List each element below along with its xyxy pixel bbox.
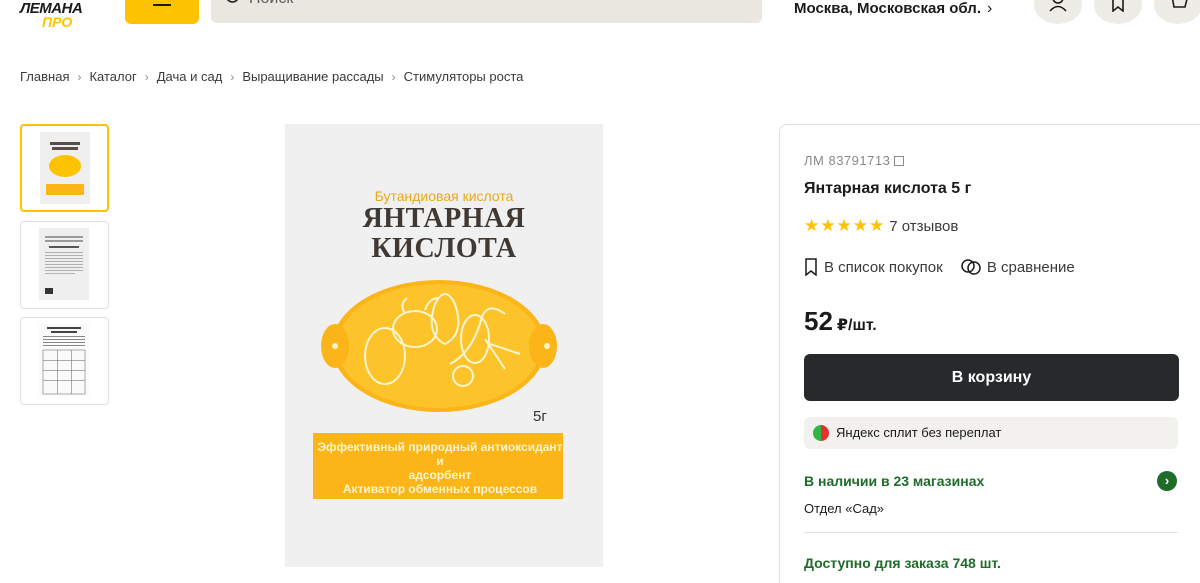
package-weight: 5г — [533, 408, 547, 425]
reviews-link[interactable]: 7 отзывов — [889, 218, 958, 235]
yandex-split-banner[interactable]: Яндекс сплит без переплат — [804, 417, 1178, 449]
thumbnail-image — [40, 132, 90, 204]
band-line: Эффективный природный антиоксидант и — [317, 440, 563, 468]
user-icon — [1049, 0, 1067, 12]
cart-header-button[interactable] — [1154, 0, 1200, 24]
product-sku: ЛМ 83791713 — [804, 153, 905, 168]
search-placeholder: Поиск — [249, 0, 293, 8]
thumbnail-image — [39, 324, 89, 396]
add-to-cart-button[interactable]: В корзину — [804, 354, 1179, 401]
product-rating[interactable]: ★★★★★ 7 отзывов — [804, 216, 958, 236]
product-card: ЛМ 83791713 Янтарная кислота 5 г ★★★★★ 7 … — [779, 124, 1200, 583]
package-subtitle: Бутандиовая кислота — [374, 188, 514, 204]
location-label: Москва, Московская обл. — [794, 0, 981, 17]
header: ЛЕМАНА ПРО Поиск Москва, Московская обл.… — [0, 0, 1200, 40]
favorites-button[interactable] — [1094, 0, 1142, 24]
package-title-line: КИСЛОТА — [371, 233, 517, 264]
breadcrumb: Главная › Каталог › Дача и сад › Выращивание р… — [20, 69, 523, 84]
rating-stars: ★★★★★ — [804, 216, 886, 235]
logo[interactable]: ЛЕМАНА ПРО — [20, 0, 100, 30]
breadcrumb-home[interactable]: Главная — [20, 69, 69, 84]
chevron-right-icon[interactable]: › — [1157, 471, 1177, 491]
divider — [804, 532, 1178, 533]
split-label: Яндекс сплит без переплат — [836, 425, 1002, 440]
thumbnail-package-back[interactable] — [20, 221, 109, 309]
order-availability: Доступно для заказа 748 шт. — [804, 555, 1001, 571]
breadcrumb-seedlings[interactable]: Выращивание рассады — [242, 69, 383, 84]
price-unit: ₽/шт. — [836, 317, 877, 334]
band-line: Активатор обменных процессов — [342, 482, 538, 496]
chevron-right-icon: › — [77, 70, 82, 84]
chevron-right-icon: › — [987, 0, 993, 17]
add-to-shopping-list-button[interactable]: В список покупок — [804, 258, 943, 277]
department-label: Отдел «Сад» — [804, 501, 885, 516]
search-icon — [227, 0, 238, 3]
logo-text-sub: ПРО — [42, 14, 73, 30]
band-line: адсорбент — [408, 468, 472, 482]
bookmark-icon — [805, 258, 817, 277]
shopping-list-label: В список покупок — [824, 259, 943, 276]
yandex-split-icon — [813, 425, 829, 441]
compare-icon — [961, 259, 981, 275]
breadcrumb-catalog[interactable]: Каталог — [89, 69, 136, 84]
cart-icon — [1171, 0, 1188, 8]
search-input[interactable]: Поиск — [211, 0, 762, 23]
product-actions: В список покупок В сравнение — [804, 258, 1089, 277]
chevron-right-icon: › — [144, 70, 149, 84]
chevron-right-icon: › — [391, 70, 396, 84]
product-title: Янтарная кислота 5 г — [804, 180, 972, 197]
compare-label: В сравнение — [986, 259, 1075, 276]
breadcrumb-growth-stimulators[interactable]: Стимуляторы роста — [404, 69, 524, 84]
catalog-menu-button[interactable] — [125, 0, 199, 24]
bookmark-icon — [1112, 0, 1124, 12]
sku-text: ЛМ 83791713 — [804, 153, 891, 168]
product-price: 52 ₽/шт. — [804, 306, 877, 337]
breadcrumb-garden[interactable]: Дача и сад — [157, 69, 223, 84]
hamburger-icon — [153, 0, 171, 6]
copy-icon[interactable] — [894, 156, 905, 166]
price-value: 52 — [804, 306, 833, 336]
thumbnail-image — [39, 228, 89, 300]
main-product-image[interactable]: Бутандиовая кислота ЯНТАРНАЯ КИСЛОТА 5г … — [285, 124, 603, 567]
thumbnail-instruction-sheet[interactable] — [20, 317, 109, 405]
location-selector[interactable]: Москва, Московская обл. › — [794, 0, 992, 18]
stock-availability[interactable]: В наличии в 23 магазинах — [804, 473, 984, 489]
package-title: ЯНТАРНАЯ КИСЛОТА — [285, 204, 603, 264]
add-to-compare-button[interactable]: В сравнение — [961, 258, 1075, 276]
package-band-text: Эффективный природный антиоксидант и адс… — [315, 440, 565, 496]
package-title-line: ЯНТАРНАЯ — [362, 203, 526, 234]
profile-button[interactable] — [1034, 0, 1082, 24]
thumbnail-package-front[interactable] — [20, 124, 109, 212]
chevron-right-icon: › — [230, 70, 235, 84]
